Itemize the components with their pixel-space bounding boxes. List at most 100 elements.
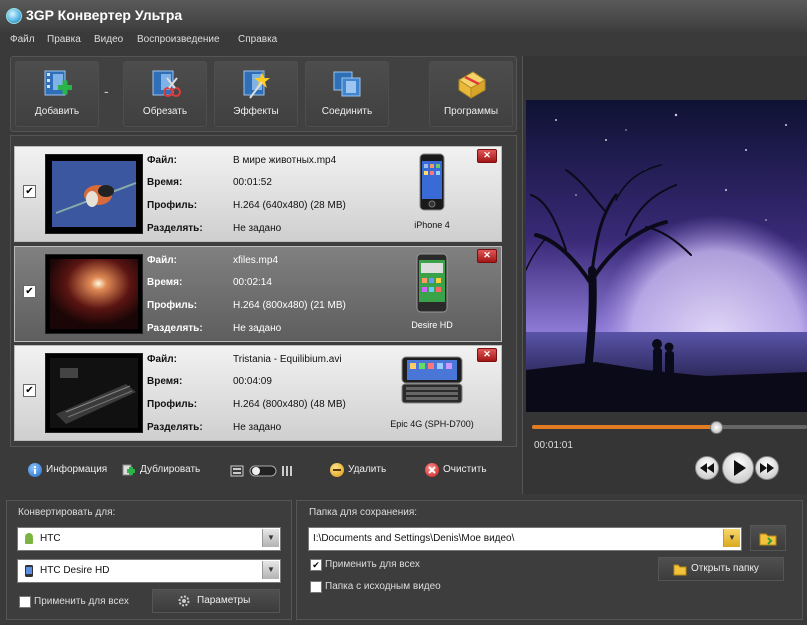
- iphone-device-icon: [419, 153, 445, 211]
- row-checkbox[interactable]: ✔: [23, 285, 36, 298]
- programs-button[interactable]: Программы: [429, 61, 513, 127]
- delete-label: Удалить: [348, 464, 387, 475]
- duplicate-label: Дублировать: [140, 464, 201, 475]
- brand-value: HTC: [40, 533, 61, 544]
- convert-title: Конвертировать для:: [18, 507, 116, 518]
- apply-all-checkbox[interactable]: [19, 596, 31, 608]
- file-time: 00:01:52: [233, 177, 272, 188]
- apply-all-output-label: Применить для всех: [325, 559, 420, 570]
- row-checkbox[interactable]: ✔: [23, 384, 36, 397]
- cut-button[interactable]: Обрезать: [123, 61, 207, 127]
- effects-wand-icon: [243, 70, 270, 99]
- gear-icon: [178, 595, 190, 607]
- apply-all-label: Применить для всех: [34, 596, 129, 607]
- brand-select[interactable]: HTC ▼: [17, 527, 281, 551]
- apply-all-output-checkbox[interactable]: ✔: [310, 559, 322, 571]
- profile-label: Профиль:: [147, 399, 198, 410]
- time-label: Время:: [147, 376, 183, 387]
- info-button[interactable]: Информация: [28, 463, 118, 479]
- file-split[interactable]: Не задано: [233, 323, 281, 334]
- model-value: HTC Desire HD: [40, 565, 110, 576]
- settings-button[interactable]: Параметры: [152, 589, 280, 613]
- file-profile[interactable]: H.264 (800x480) (21 MB): [233, 300, 346, 311]
- android-icon: [25, 533, 33, 544]
- epic-device-icon: [401, 356, 463, 404]
- current-time: 00:01:01: [534, 440, 573, 451]
- rewind-icon: [700, 463, 714, 473]
- time-label: Время:: [147, 177, 183, 188]
- menu-file[interactable]: Файл: [10, 34, 35, 45]
- add-button[interactable]: Добавить: [15, 61, 99, 127]
- menu-video[interactable]: Видео: [94, 34, 123, 45]
- file-row[interactable]: ✔ Файл: Время: Профиль: Разделять: В мир…: [14, 146, 502, 242]
- file-label: Файл:: [147, 354, 177, 365]
- menu-edit[interactable]: Правка: [47, 34, 81, 45]
- join-films-icon: [333, 71, 361, 97]
- file-label: Файл:: [147, 155, 177, 166]
- programs-label: Программы: [443, 106, 499, 117]
- file-row[interactable]: ✔ Файл: Время: Профиль: Разделять: Trist…: [14, 345, 502, 441]
- add-film-icon: [44, 70, 72, 96]
- toolbar-separator: -: [104, 83, 109, 99]
- device-name: iPhone 4: [414, 220, 450, 230]
- title-bar: 3GP Конвертер Ультра: [0, 0, 807, 32]
- time-label: Время:: [147, 277, 183, 288]
- open-folder-button[interactable]: Открыть папку: [658, 557, 784, 581]
- effects-label: Эффекты: [233, 106, 279, 117]
- file-split[interactable]: Не задано: [233, 223, 281, 234]
- seek-progress: [532, 425, 716, 429]
- effects-button[interactable]: Эффекты: [214, 61, 298, 127]
- file-label: Файл:: [147, 255, 177, 266]
- file-time: 00:04:09: [233, 376, 272, 387]
- video-preview[interactable]: [526, 100, 807, 412]
- profile-label: Профиль:: [147, 200, 198, 211]
- file-row[interactable]: ✔ Файл: Время: Профиль: Разделять: xfile…: [14, 246, 502, 342]
- source-folder-label: Папка с исходным видео: [325, 581, 441, 592]
- clear-label: Очистить: [443, 464, 487, 475]
- video-thumbnail: [45, 154, 143, 234]
- row-checkbox[interactable]: ✔: [23, 185, 36, 198]
- file-split[interactable]: Не задано: [233, 422, 281, 433]
- split-label: Разделять:: [147, 422, 203, 433]
- duplicate-icon: [122, 463, 136, 477]
- view-mode-toggle[interactable]: [230, 464, 296, 483]
- forward-icon: [760, 463, 774, 473]
- play-button[interactable]: [722, 452, 754, 484]
- browse-folder-button[interactable]: [750, 525, 786, 551]
- delete-button[interactable]: Удалить: [330, 463, 400, 479]
- clear-button[interactable]: Очистить: [425, 463, 500, 479]
- menu-help[interactable]: Справка: [238, 34, 277, 45]
- info-icon: [28, 463, 42, 477]
- file-profile[interactable]: H.264 (640x480) (28 MB): [233, 200, 346, 211]
- app-icon: [6, 8, 22, 24]
- remove-file-button[interactable]: ✕: [477, 149, 497, 163]
- output-path-field[interactable]: I:\Documents and Settings\Denis\Мое виде…: [308, 527, 742, 551]
- forward-button[interactable]: [755, 456, 779, 480]
- remove-file-button[interactable]: ✕: [477, 249, 497, 263]
- cut-label: Обрезать: [142, 106, 188, 117]
- model-select[interactable]: HTC Desire HD ▼: [17, 559, 281, 583]
- file-time: 00:02:14: [233, 277, 272, 288]
- split-label: Разделять:: [147, 323, 203, 334]
- clear-x-icon: [425, 463, 439, 477]
- file-name: xfiles.mp4: [233, 255, 279, 266]
- join-button[interactable]: Соединить: [305, 61, 389, 127]
- remove-file-button[interactable]: ✕: [477, 348, 497, 362]
- profile-label: Профиль:: [147, 300, 198, 311]
- seek-handle[interactable]: [710, 421, 723, 434]
- rewind-button[interactable]: [695, 456, 719, 480]
- menu-bar: Файл Правка Видео Воспроизведение Справк…: [0, 32, 807, 50]
- phone-icon: [25, 565, 33, 577]
- play-icon: [734, 460, 746, 476]
- split-label: Разделять:: [147, 223, 203, 234]
- scissors-film-icon: [152, 70, 181, 97]
- minus-icon: [330, 463, 344, 477]
- htc-device-icon: [416, 253, 448, 313]
- file-name: Tristania - Equilibium.avi: [233, 354, 342, 365]
- join-label: Соединить: [321, 106, 373, 117]
- source-folder-checkbox[interactable]: [310, 581, 322, 593]
- menu-playback[interactable]: Воспроизведение: [137, 34, 220, 45]
- file-profile[interactable]: H.264 (800x480) (48 MB): [233, 399, 346, 410]
- duplicate-button[interactable]: Дублировать: [122, 463, 217, 479]
- settings-label: Параметры: [197, 595, 251, 606]
